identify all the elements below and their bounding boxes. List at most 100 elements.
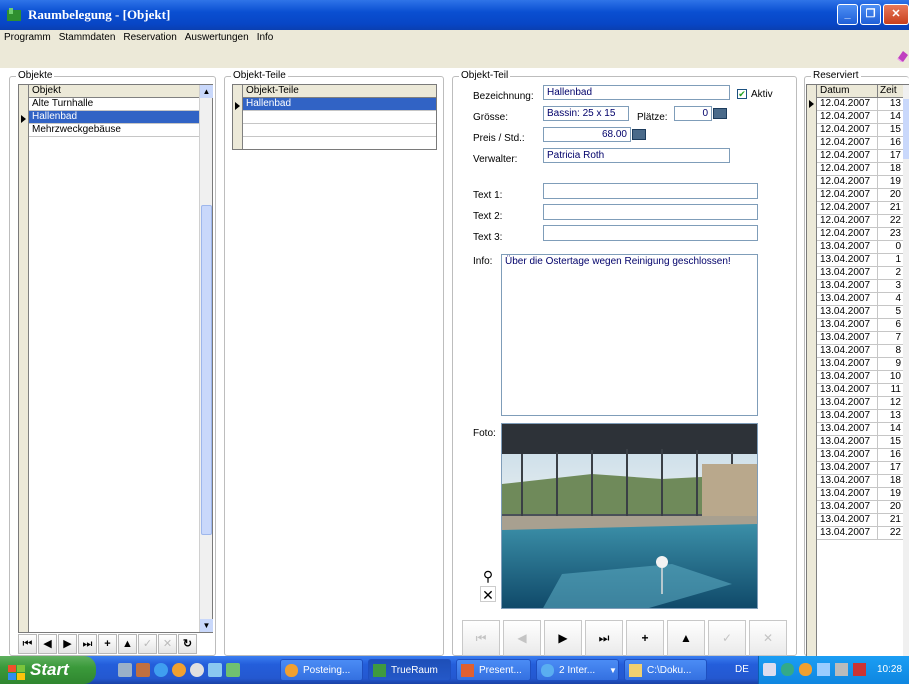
task-explorer[interactable]: C:\Doku... bbox=[624, 659, 707, 681]
clear-photo-icon[interactable]: ✕ bbox=[480, 586, 496, 603]
table-row[interactable]: 13.04.2007 12 bbox=[817, 397, 903, 410]
network-icon[interactable] bbox=[817, 663, 830, 676]
insert-record-button[interactable]: + bbox=[98, 634, 117, 654]
next-record-button[interactable]: ▶ bbox=[58, 634, 77, 654]
datum-column-header[interactable]: Datum bbox=[820, 85, 849, 97]
verwalter-field[interactable]: Patricia Roth bbox=[543, 148, 730, 163]
quicklaunch-icon[interactable] bbox=[172, 663, 186, 677]
preis-calculator-icon[interactable] bbox=[632, 129, 646, 140]
restore-button[interactable]: ❐ bbox=[860, 4, 881, 25]
zeit-column-header[interactable]: Zeit bbox=[877, 85, 897, 97]
table-row[interactable]: 13.04.2007 9 bbox=[817, 358, 903, 371]
insert-record-button[interactable]: + bbox=[626, 620, 664, 656]
table-row-empty[interactable] bbox=[243, 124, 436, 137]
table-row[interactable]: 13.04.2007 5 bbox=[817, 306, 903, 319]
text3-field[interactable] bbox=[543, 225, 758, 241]
preis-field[interactable]: 68.00 bbox=[543, 127, 631, 142]
scroll-down-icon[interactable]: ▼ bbox=[200, 619, 213, 632]
table-row[interactable]: 13.04.2007 3 bbox=[817, 280, 903, 293]
table-row[interactable]: 12.04.2007 23 bbox=[817, 228, 903, 241]
refresh-button[interactable]: ↻ bbox=[178, 634, 197, 654]
table-row[interactable]: 13.04.2007 11 bbox=[817, 384, 903, 397]
tray-icon[interactable] bbox=[763, 663, 776, 676]
prior-record-button[interactable]: ◀ bbox=[503, 620, 541, 656]
table-row-selected[interactable]: Hallenbad bbox=[243, 98, 436, 111]
table-row[interactable]: 13.04.2007 0 bbox=[817, 241, 903, 254]
objekt-teile-column-header[interactable]: Objekt-Teile bbox=[243, 85, 436, 98]
quicklaunch-icon[interactable] bbox=[226, 663, 240, 677]
table-row[interactable]: 13.04.2007 13 bbox=[817, 410, 903, 423]
table-row[interactable]: 12.04.2007 21 bbox=[817, 202, 903, 215]
language-indicator[interactable]: DE bbox=[735, 664, 749, 675]
table-row[interactable]: 13.04.2007 22 bbox=[817, 527, 903, 540]
prior-record-button[interactable]: ◀ bbox=[38, 634, 57, 654]
table-row-empty[interactable] bbox=[243, 111, 436, 124]
minimize-button[interactable]: _ bbox=[837, 4, 858, 25]
cancel-record-button[interactable]: ✕ bbox=[158, 634, 177, 654]
table-row-selected[interactable]: Hallenbad bbox=[29, 111, 199, 124]
first-record-button[interactable]: ⏮ bbox=[18, 634, 37, 654]
objekte-grid[interactable]: Objekt Alte Turnhalle Hallenbad Mehrzwec… bbox=[18, 84, 213, 633]
text2-field[interactable] bbox=[543, 204, 758, 220]
table-row[interactable]: 13.04.2007 17 bbox=[817, 462, 903, 475]
task-internet[interactable]: 2 Inter... ▼ bbox=[536, 659, 619, 681]
next-record-button[interactable]: ▶ bbox=[544, 620, 582, 656]
quicklaunch-icon[interactable] bbox=[208, 663, 222, 677]
table-row[interactable]: 13.04.2007 1 bbox=[817, 254, 903, 267]
task-present[interactable]: Present... bbox=[456, 659, 531, 681]
table-row[interactable]: Mehrzweckgebäuse bbox=[29, 124, 199, 137]
quicklaunch-icon[interactable] bbox=[136, 663, 150, 677]
menu-stammdaten[interactable]: Stammdaten bbox=[55, 30, 120, 46]
ie-icon[interactable] bbox=[154, 663, 168, 677]
task-posteingang[interactable]: Posteing... bbox=[280, 659, 363, 681]
info-memo[interactable]: Über die Ostertage wegen Reinigung gesch… bbox=[501, 254, 758, 416]
start-button[interactable]: Start bbox=[0, 656, 96, 684]
menu-programm[interactable]: Programm bbox=[0, 30, 55, 46]
menu-reservation[interactable]: Reservation bbox=[119, 30, 180, 46]
cancel-record-button[interactable]: ✕ bbox=[749, 620, 787, 656]
table-row[interactable]: 13.04.2007 4 bbox=[817, 293, 903, 306]
table-row[interactable]: 13.04.2007 8 bbox=[817, 345, 903, 358]
table-row[interactable]: 13.04.2007 2 bbox=[817, 267, 903, 280]
table-row[interactable]: 12.04.2007 22 bbox=[817, 215, 903, 228]
table-row[interactable]: 12.04.2007 15 bbox=[817, 124, 903, 137]
table-row[interactable]: 13.04.2007 7 bbox=[817, 332, 903, 345]
reserviert-grid[interactable]: Datum Zeit 12.04.2007 13 12.04.2007 14 12.04… bbox=[806, 84, 909, 658]
eraser-icon[interactable] bbox=[896, 49, 909, 63]
scroll-thumb[interactable] bbox=[903, 99, 909, 159]
table-row[interactable]: 12.04.2007 17 bbox=[817, 150, 903, 163]
table-row[interactable]: 13.04.2007 18 bbox=[817, 475, 903, 488]
reserviert-scrollbar[interactable] bbox=[903, 85, 909, 657]
close-button[interactable]: ✕ bbox=[883, 4, 909, 25]
quicklaunch-icon[interactable] bbox=[118, 663, 132, 677]
table-row[interactable]: 12.04.2007 14 bbox=[817, 111, 903, 124]
tray-icon[interactable] bbox=[781, 663, 794, 676]
last-record-button[interactable]: ⏭ bbox=[585, 620, 623, 656]
post-record-button[interactable]: ✓ bbox=[138, 634, 157, 654]
title-bar[interactable]: Raumbelegung - [Objekt] _ ❐ ✕ bbox=[0, 0, 909, 30]
table-row[interactable]: Alte Turnhalle bbox=[29, 98, 199, 111]
table-row[interactable]: 13.04.2007 6 bbox=[817, 319, 903, 332]
quicklaunch-icon[interactable] bbox=[190, 663, 204, 677]
bezeichnung-field[interactable]: Hallenbad bbox=[543, 85, 730, 100]
delete-record-button[interactable]: ▲ bbox=[118, 634, 137, 654]
table-row[interactable]: 13.04.2007 20 bbox=[817, 501, 903, 514]
table-row[interactable]: 13.04.2007 21 bbox=[817, 514, 903, 527]
delete-record-button[interactable]: ▲ bbox=[667, 620, 705, 656]
task-trueraum[interactable]: TrueRaum bbox=[368, 659, 451, 681]
zoom-icon[interactable]: ⚲ bbox=[480, 568, 496, 584]
first-record-button[interactable]: ⏮ bbox=[462, 620, 500, 656]
table-row[interactable]: 12.04.2007 13 bbox=[817, 98, 903, 111]
plaetze-calculator-icon[interactable] bbox=[713, 108, 727, 119]
tray-icon[interactable] bbox=[853, 663, 866, 676]
objekte-column-header[interactable]: Objekt bbox=[29, 85, 199, 98]
objekte-scrollbar[interactable]: ▲ ▼ bbox=[199, 85, 213, 632]
post-record-button[interactable]: ✓ bbox=[708, 620, 746, 656]
scroll-thumb[interactable] bbox=[201, 205, 212, 535]
objekt-teile-grid[interactable]: Objekt-Teile Hallenbad bbox=[232, 84, 437, 150]
last-record-button[interactable]: ⏭ bbox=[78, 634, 97, 654]
table-row[interactable]: 12.04.2007 19 bbox=[817, 176, 903, 189]
aktiv-checkbox[interactable]: ✔ bbox=[737, 89, 747, 99]
volume-icon[interactable] bbox=[835, 663, 848, 676]
table-row[interactable]: 12.04.2007 16 bbox=[817, 137, 903, 150]
